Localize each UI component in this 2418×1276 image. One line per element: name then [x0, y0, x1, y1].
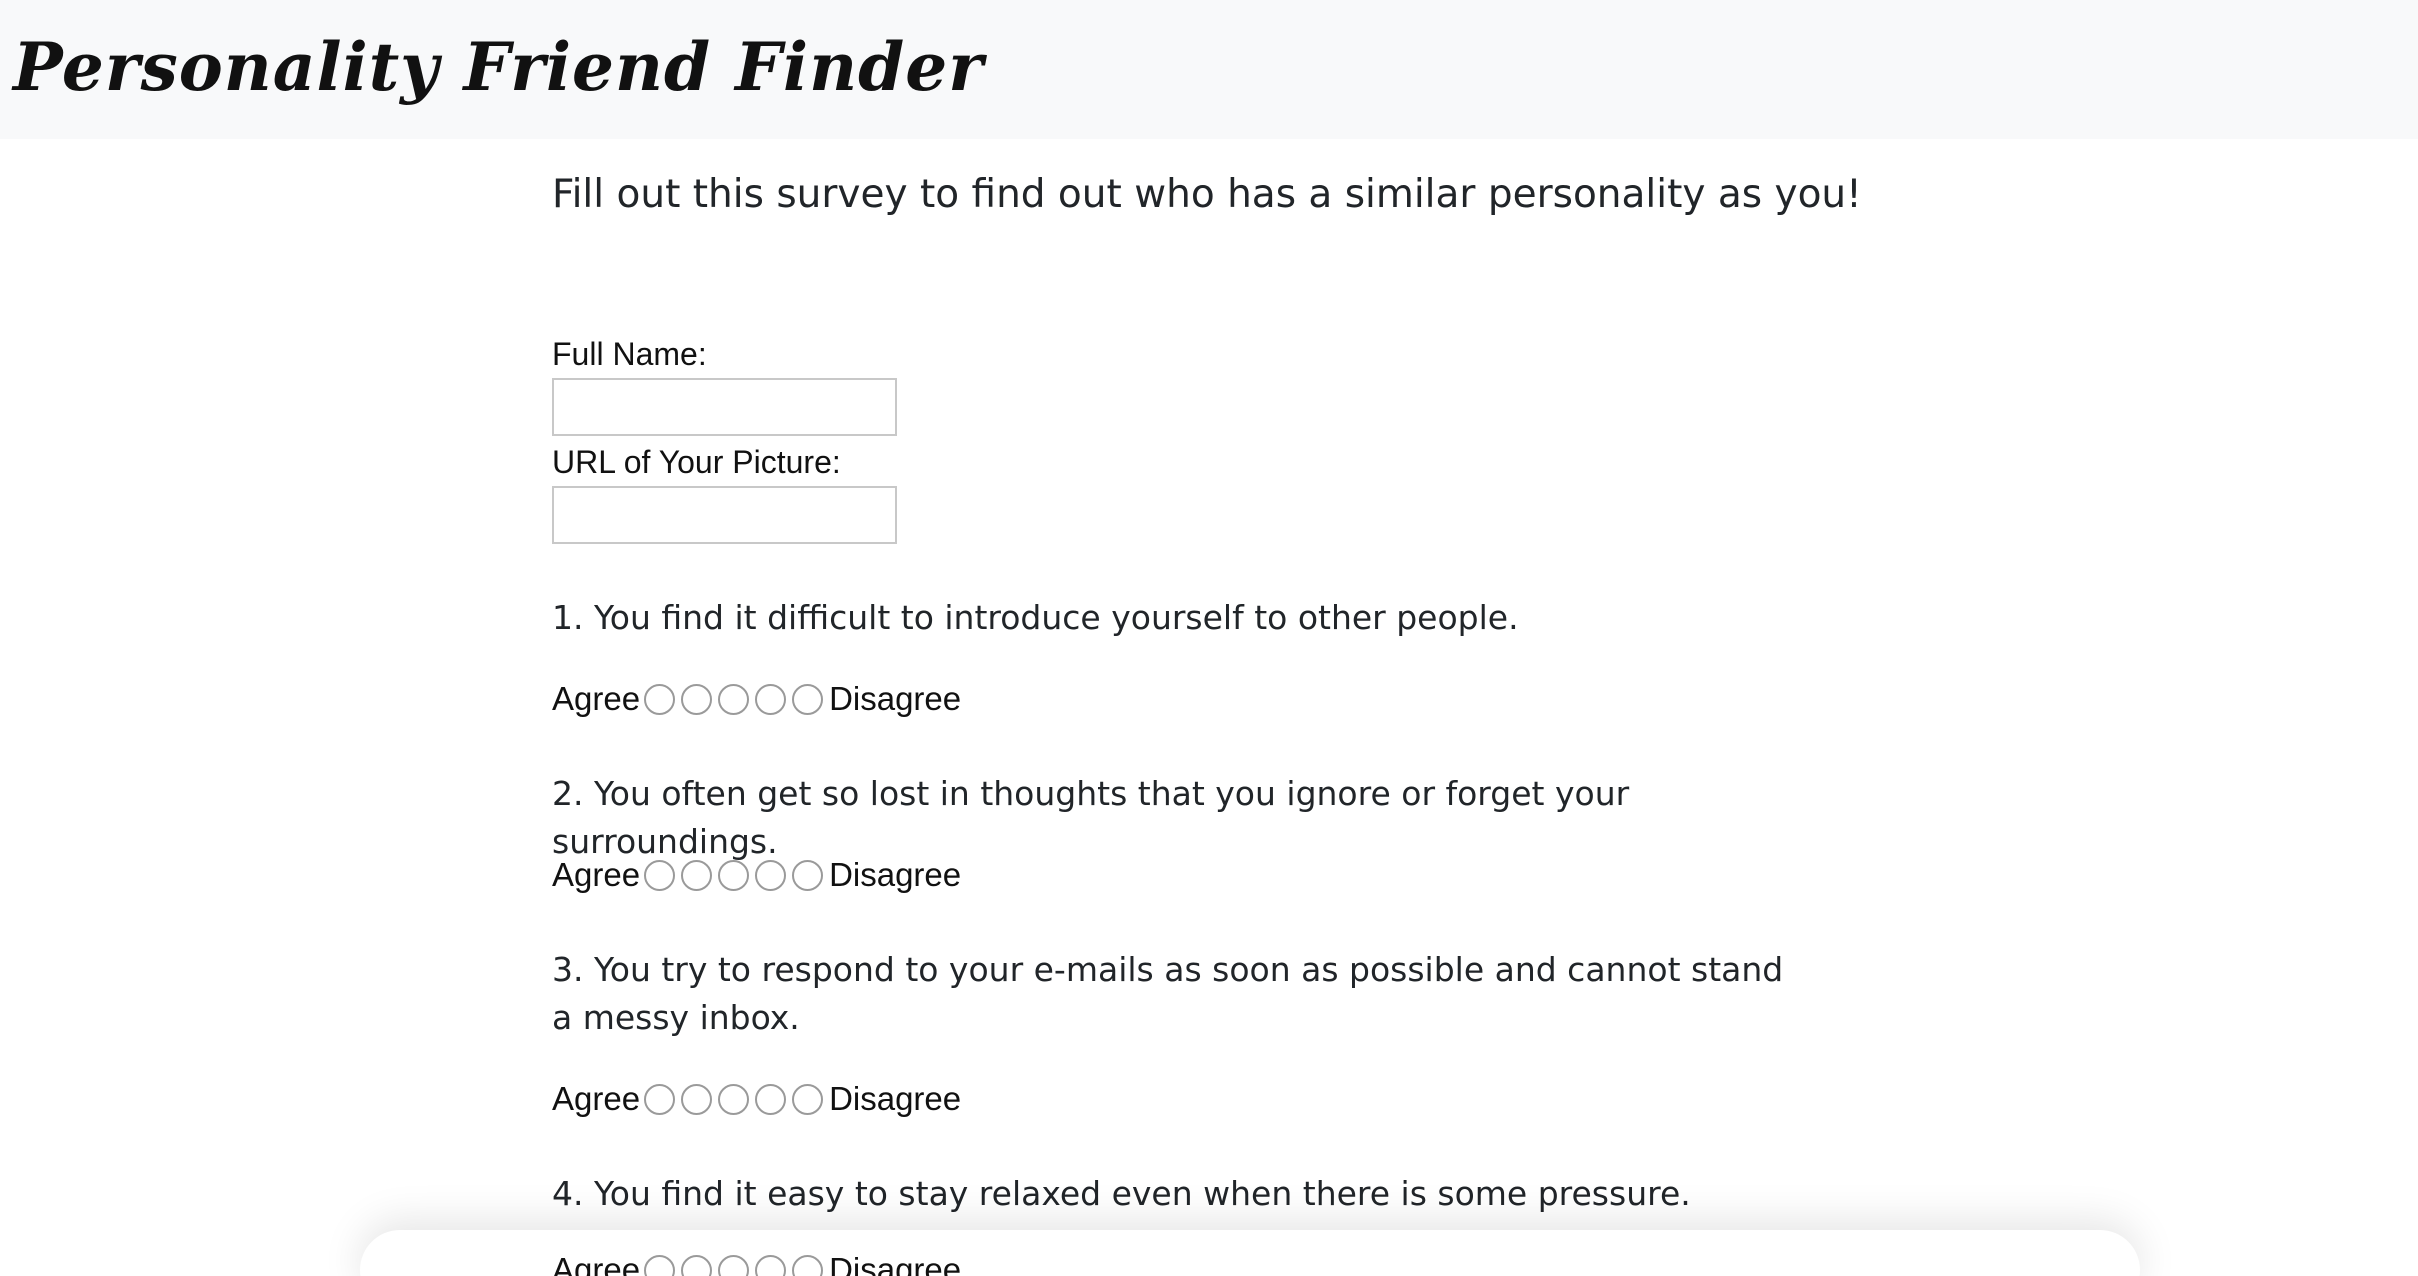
- picture-url-label: URL of Your Picture:: [552, 444, 841, 480]
- q3-option-3-radio[interactable]: [718, 1083, 750, 1115]
- answer-scale-1: Agree Disagree: [552, 677, 961, 721]
- question-3: 3. You try to respond to your e-mails as…: [552, 950, 1784, 1037]
- q1-option-1-radio[interactable]: [644, 683, 676, 715]
- q2-option-2-radio[interactable]: [681, 859, 713, 891]
- q4-option-2-radio[interactable]: [681, 1254, 713, 1276]
- q2-option-3-radio[interactable]: [718, 859, 750, 891]
- picture-url-input[interactable]: [552, 486, 897, 544]
- disagree-label: Disagree: [829, 1080, 962, 1117]
- answer-scale-2: Agree Disagree: [552, 853, 961, 897]
- intro-text: Fill out this survey to find out who has…: [552, 172, 1862, 217]
- q3-option-2-radio[interactable]: [681, 1083, 713, 1115]
- question-1: 1. You find it difficult to introduce yo…: [552, 598, 1519, 637]
- q4-option-3-radio[interactable]: [718, 1254, 750, 1276]
- answer-scale-3: Agree Disagree: [552, 1077, 961, 1121]
- disagree-label: Disagree: [829, 1251, 962, 1276]
- full-name-input[interactable]: [552, 378, 897, 436]
- q1-option-5-radio[interactable]: [792, 683, 824, 715]
- q1-option-2-radio[interactable]: [681, 683, 713, 715]
- question-2: 2. You often get so lost in thoughts tha…: [552, 774, 1630, 861]
- disagree-label: Disagree: [829, 680, 962, 717]
- q3-option-1-radio[interactable]: [644, 1083, 676, 1115]
- q1-option-3-radio[interactable]: [718, 683, 750, 715]
- q2-option-4-radio[interactable]: [755, 859, 787, 891]
- disagree-label: Disagree: [829, 856, 962, 893]
- q3-option-5-radio[interactable]: [792, 1083, 824, 1115]
- app-title[interactable]: Personality Friend Finder: [13, 22, 984, 112]
- agree-label: Agree: [552, 1080, 641, 1117]
- q4-option-1-radio[interactable]: [644, 1254, 676, 1276]
- agree-label: Agree: [552, 1251, 641, 1276]
- q4-option-4-radio[interactable]: [755, 1254, 787, 1276]
- navbar: Personality Friend Finder: [0, 0, 2418, 139]
- q4-option-5-radio[interactable]: [792, 1254, 824, 1276]
- agree-label: Agree: [552, 856, 641, 893]
- q1-option-4-radio[interactable]: [755, 683, 787, 715]
- agree-label: Agree: [552, 680, 641, 717]
- q2-option-5-radio[interactable]: [792, 859, 824, 891]
- question-4: 4. You find it easy to stay relaxed even…: [552, 1174, 1691, 1213]
- full-name-label: Full Name:: [552, 336, 707, 372]
- q3-option-4-radio[interactable]: [755, 1083, 787, 1115]
- q2-option-1-radio[interactable]: [644, 859, 676, 891]
- answer-scale-4: Agree Disagree: [552, 1248, 961, 1276]
